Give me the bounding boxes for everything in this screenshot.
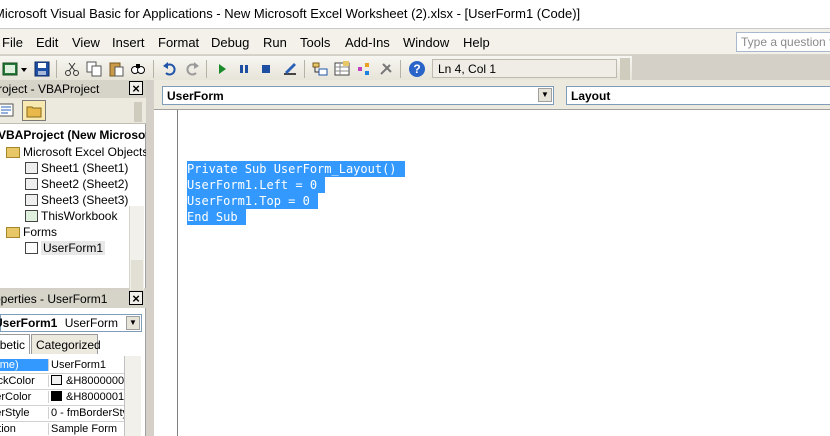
- help-icon[interactable]: ?: [408, 60, 426, 78]
- properties-object-name: UserForm1: [0, 316, 58, 330]
- property-row-name[interactable]: (Name) UserForm1: [0, 358, 124, 374]
- find-icon[interactable]: [130, 61, 146, 77]
- toolbar-separator: [56, 60, 57, 78]
- paste-icon[interactable]: [108, 61, 124, 77]
- menu-file[interactable]: File: [2, 35, 23, 50]
- help-search-input[interactable]: Type a question for help: [736, 32, 830, 52]
- properties-title-text: Properties - UserForm1: [0, 292, 108, 306]
- properties-window-icon[interactable]: [334, 61, 350, 77]
- view-code-icon[interactable]: [0, 102, 14, 118]
- window-title: Microsoft Visual Basic for Applications …: [0, 6, 581, 21]
- menu-debug[interactable]: Debug: [211, 35, 249, 50]
- copy-icon[interactable]: [86, 61, 102, 77]
- toolbar-separator: [304, 60, 305, 78]
- pane-splitter[interactable]: [146, 80, 154, 436]
- code-line[interactable]: Private Sub UserForm_Layout(): [187, 161, 405, 177]
- tree-item-userform1[interactable]: UserForm1: [25, 241, 106, 257]
- close-icon[interactable]: ×: [129, 81, 143, 96]
- project-explorer-title-text: Project - VBAProject: [0, 82, 100, 96]
- folder-icon: [6, 227, 20, 238]
- tree-item-sheet3[interactable]: Sheet3 (Sheet3): [25, 193, 128, 209]
- properties-object-type: UserForm: [64, 316, 119, 330]
- menu-addins[interactable]: Add-Ins: [345, 35, 390, 50]
- undo-icon[interactable]: [162, 61, 178, 77]
- property-row-backcolor[interactable]: BackColor &H8000000F&: [0, 374, 124, 390]
- tree-item-sheet2[interactable]: Sheet2 (Sheet2): [25, 177, 128, 193]
- break-icon[interactable]: [236, 61, 252, 77]
- project-explorer-icon[interactable]: [312, 61, 328, 77]
- toolbox-icon[interactable]: [378, 61, 394, 77]
- sheet-icon: [25, 178, 38, 190]
- redo-icon[interactable]: [184, 61, 200, 77]
- tree-item-sheet1[interactable]: Sheet1 (Sheet1): [25, 161, 128, 177]
- toolbar-options-handle[interactable]: [134, 102, 142, 122]
- color-swatch-icon: [51, 375, 62, 385]
- properties-vertical-scrollbar[interactable]: [124, 356, 141, 436]
- view-excel-icon[interactable]: [2, 61, 18, 77]
- run-icon[interactable]: [214, 61, 230, 77]
- save-icon[interactable]: [34, 61, 50, 77]
- properties-tabs: Alphabetic Categorized: [0, 334, 146, 354]
- menu-run[interactable]: Run: [263, 35, 287, 50]
- toolbar-separator: [206, 60, 207, 78]
- property-row-bordercolor[interactable]: BorderColor &H80000012&: [0, 390, 124, 406]
- property-row-caption[interactable]: Caption Sample Form: [0, 422, 124, 436]
- title-bar: Microsoft Visual Basic for Applications …: [0, 0, 830, 29]
- userform-icon: [25, 242, 38, 254]
- code-editor[interactable]: Private Sub UserForm_Layout() UserForm1.…: [154, 110, 830, 436]
- menu-bar: File Edit View Insert Format Debug Run T…: [0, 29, 830, 55]
- menu-edit[interactable]: Edit: [36, 35, 58, 50]
- properties-grid: (Name) UserForm1 BackColor &H8000000F& B…: [0, 356, 124, 436]
- cut-icon[interactable]: [64, 61, 80, 77]
- project-explorer-title: Project - VBAProject ×: [0, 80, 146, 98]
- procedure-select[interactable]: Layout: [566, 86, 830, 105]
- menu-tools[interactable]: Tools: [300, 35, 330, 50]
- toolbar-options-handle[interactable]: [620, 58, 630, 80]
- property-row-borderstyle[interactable]: BorderStyle 0 - fmBorderStyleNone: [0, 406, 124, 422]
- project-explorer-toolbar: [0, 98, 146, 124]
- tree-item-excel-objects[interactable]: Microsoft Excel Objects: [6, 145, 148, 161]
- properties-title: Properties - UserForm1 ×: [0, 290, 146, 308]
- code-line[interactable]: UserForm1.Top = 0: [187, 193, 318, 209]
- code-line[interactable]: End Sub: [187, 209, 246, 225]
- menu-window[interactable]: Window: [403, 35, 449, 50]
- project-explorer-panel: Project - VBAProject × VBAProject (New M…: [0, 80, 301, 362]
- reset-icon[interactable]: [258, 61, 274, 77]
- tree-item-forms[interactable]: Forms: [6, 225, 57, 241]
- dropdown-arrow-icon[interactable]: [20, 61, 28, 77]
- code-line[interactable]: UserForm1.Left = 0: [187, 177, 326, 193]
- tab-alphabetic[interactable]: Alphabetic: [0, 334, 30, 354]
- folder-icon: [26, 106, 42, 118]
- sheet-icon: [25, 162, 38, 174]
- design-mode-icon[interactable]: [282, 61, 298, 77]
- menu-help[interactable]: Help: [463, 35, 490, 50]
- svg-text:?: ?: [413, 62, 420, 76]
- toolbar-separator: [153, 60, 154, 78]
- sheet-icon: [25, 194, 38, 206]
- toggle-folders-button[interactable]: [22, 100, 46, 121]
- tree-item-thisworkbook[interactable]: ThisWorkbook: [25, 209, 117, 225]
- toolbar-separator: [400, 60, 401, 78]
- cursor-position-indicator: Ln 4, Col 1: [432, 59, 617, 78]
- menu-insert[interactable]: Insert: [112, 35, 145, 50]
- object-browser-icon[interactable]: [356, 61, 372, 77]
- folder-icon: [6, 147, 20, 158]
- chevron-down-icon[interactable]: ▼: [538, 88, 552, 102]
- menu-view[interactable]: View: [72, 35, 100, 50]
- chevron-down-icon[interactable]: ▼: [126, 316, 140, 330]
- tab-categorized[interactable]: Categorized: [31, 334, 101, 354]
- close-icon[interactable]: ×: [129, 291, 143, 306]
- properties-object-select[interactable]: UserForm1 UserForm ▼: [0, 314, 142, 332]
- object-select[interactable]: UserForm ▼: [162, 86, 554, 105]
- code-margin-indicator-bar[interactable]: [154, 110, 178, 436]
- menu-format[interactable]: Format: [158, 35, 199, 50]
- color-swatch-icon: [51, 391, 62, 401]
- workbook-icon: [25, 210, 38, 222]
